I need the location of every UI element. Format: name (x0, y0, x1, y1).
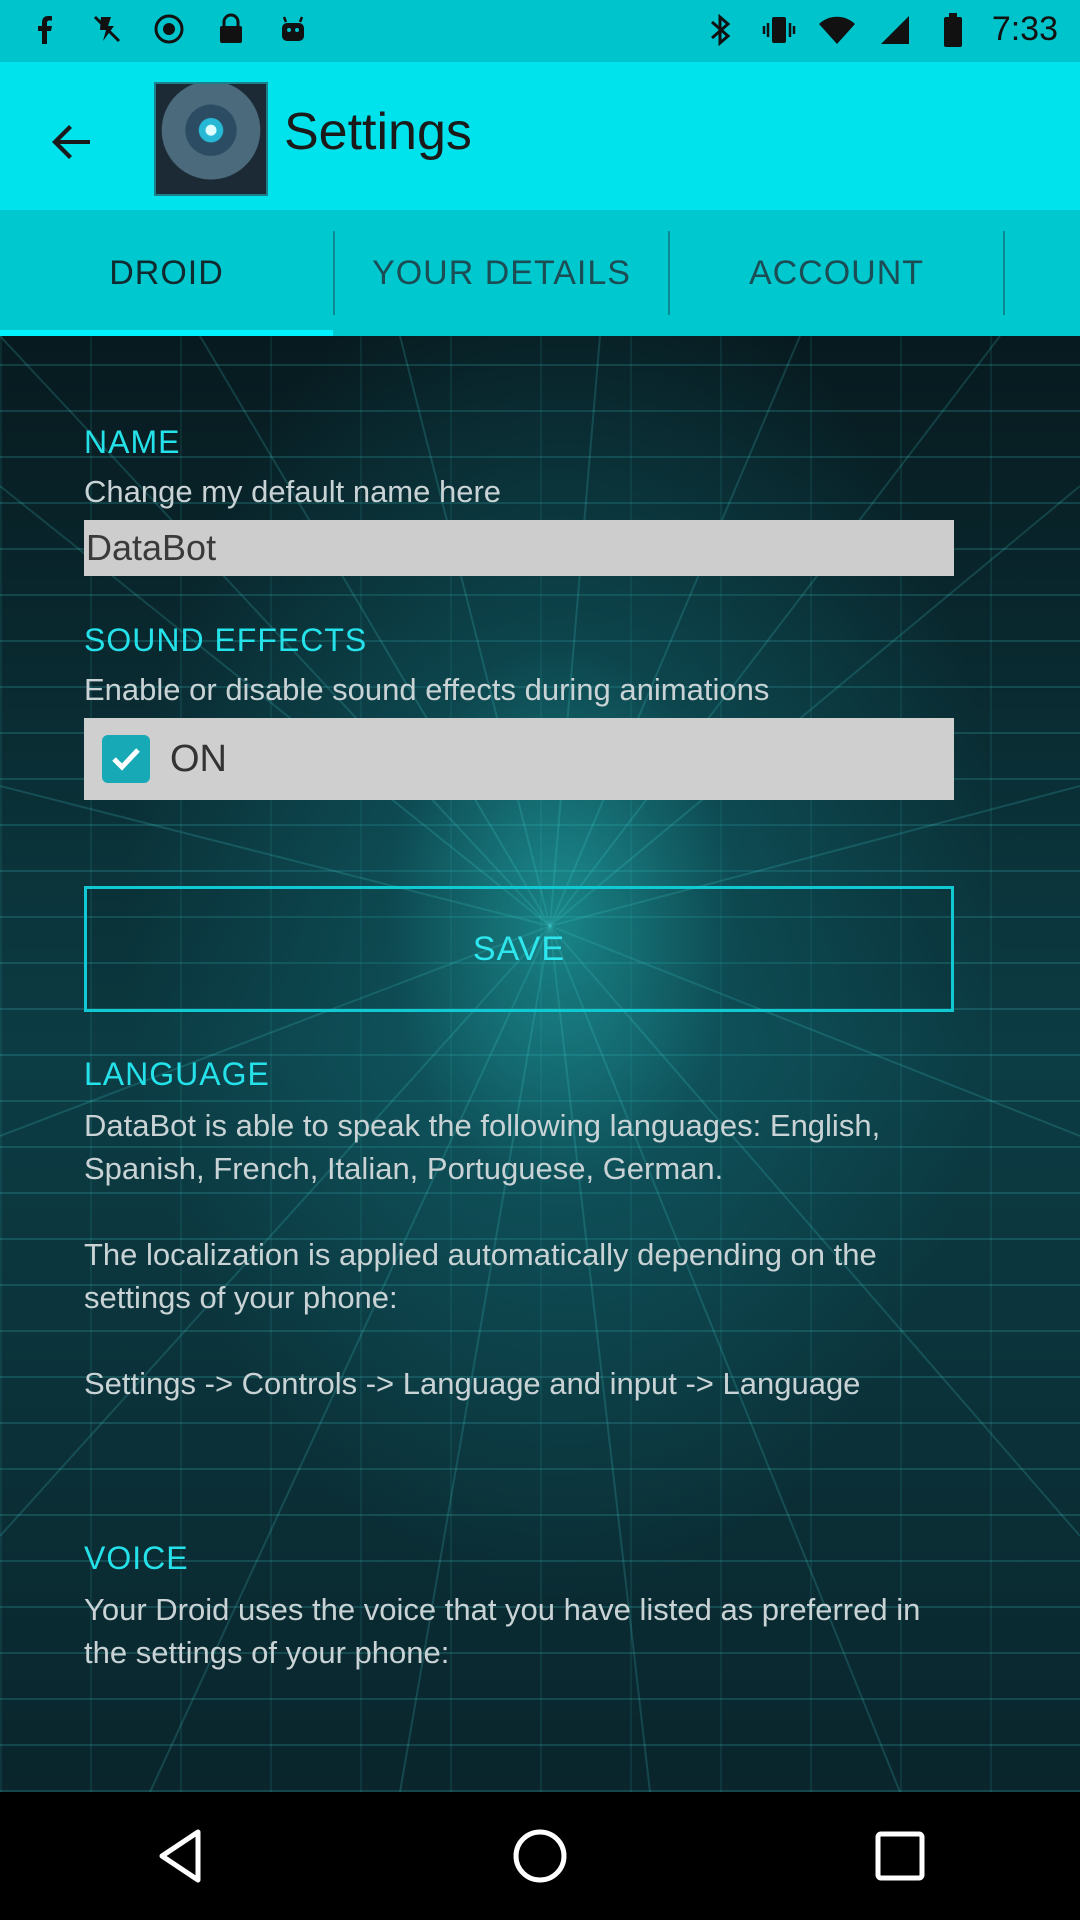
flash-off-icon (88, 10, 126, 48)
tab-your-details[interactable]: YOUR DETAILS (335, 210, 668, 336)
sound-effects-checkbox[interactable] (102, 735, 150, 783)
facebook-icon (26, 10, 64, 48)
tab-droid[interactable]: DROID (0, 210, 333, 336)
circle-home-icon (513, 1829, 567, 1883)
language-section-title: LANGUAGE (84, 1056, 270, 1092)
sound-effects-toggle[interactable]: ON (84, 718, 954, 800)
android-icon (274, 10, 312, 48)
app-bar: Settings (0, 62, 1080, 210)
language-section-description: DataBot is able to speak the following l… (84, 1108, 881, 1401)
back-button[interactable] (36, 106, 108, 178)
triangle-back-icon (159, 1829, 201, 1883)
square-recents-icon (875, 1831, 925, 1881)
save-button[interactable]: SAVE (84, 886, 954, 1012)
name-field-wrapper (84, 520, 954, 576)
voice-section-description: Your Droid uses the voice that you have … (84, 1592, 921, 1670)
wifi-icon (818, 11, 856, 49)
status-bar: 7:33 (0, 0, 1080, 62)
record-icon (150, 10, 188, 48)
sound-effects-description: Enable or disable sound effects during a… (84, 672, 770, 707)
bluetooth-icon (702, 11, 740, 49)
sound-effects-section-title: SOUND EFFECTS (84, 622, 368, 658)
system-navigation-bar (0, 1792, 1080, 1920)
tab-account[interactable]: ACCOUNT (670, 210, 1003, 336)
status-time: 7:33 (991, 10, 1058, 48)
voice-section-title: VOICE (84, 1540, 189, 1576)
name-field[interactable] (84, 520, 954, 576)
lock-icon (212, 10, 250, 48)
tab-bar: DROID YOUR DETAILS ACCOUNT (0, 210, 1080, 336)
nav-home-button[interactable] (495, 1811, 585, 1901)
name-section-description: Change my default name here (84, 474, 502, 509)
nav-back-button[interactable] (135, 1811, 225, 1901)
name-section-title: NAME (84, 424, 181, 460)
droid-settings-content[interactable]: NAME Change my default name here SOUND E… (0, 336, 1080, 1792)
page-title: Settings (284, 103, 472, 161)
signal-icon (876, 11, 914, 49)
battery-icon (934, 11, 972, 49)
checkmark-icon (112, 748, 140, 771)
vibrate-icon (760, 11, 798, 49)
nav-recents-button[interactable] (855, 1811, 945, 1901)
sound-effects-toggle-label: ON (170, 737, 227, 780)
app-logo (154, 82, 268, 196)
arrow-back-icon (52, 125, 90, 159)
tab-divider (1003, 231, 1005, 315)
